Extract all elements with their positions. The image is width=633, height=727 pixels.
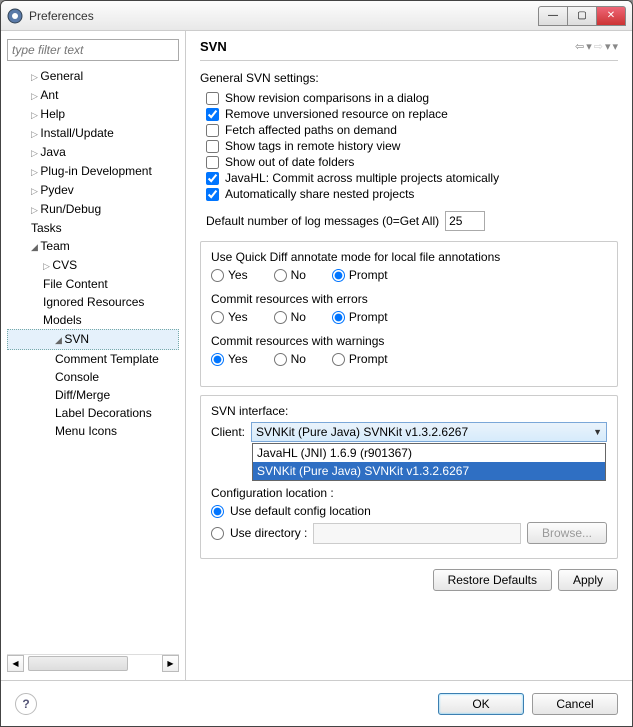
commit-err-no[interactable] — [274, 311, 287, 324]
commit-err-yes[interactable] — [211, 311, 224, 324]
quickdiff-yes[interactable] — [211, 269, 224, 282]
sidebar-scrollbar[interactable]: ◀ ▶ — [7, 654, 179, 672]
commit-err-prompt[interactable] — [332, 311, 345, 324]
chk-javahl-label: JavaHL: Commit across multiple projects … — [225, 171, 499, 185]
client-label: Client: — [211, 425, 245, 439]
tree-item-cvs[interactable]: CVS — [7, 256, 179, 275]
chk-outofdate-label: Show out of date folders — [225, 155, 354, 169]
chk-fetch-label: Fetch affected paths on demand — [225, 123, 397, 137]
dialog-footer: ? OK Cancel — [1, 680, 632, 726]
client-option-svnkit[interactable]: SVNKit (Pure Java) SVNKit v1.3.2.6267 — [253, 462, 605, 480]
tree-item-models[interactable]: Models — [7, 311, 179, 329]
cfg-default-label: Use default config location — [230, 504, 371, 518]
chk-autoshare[interactable] — [206, 188, 219, 201]
chk-javahl[interactable] — [206, 172, 219, 185]
cancel-button[interactable]: Cancel — [532, 693, 618, 715]
commit-warn-label: Commit resources with warnings — [211, 334, 607, 348]
preferences-tree[interactable]: General Ant Help Install/Update Java Plu… — [7, 67, 179, 654]
tree-item-rundebug[interactable]: Run/Debug — [7, 200, 179, 219]
scroll-right-icon[interactable]: ▶ — [162, 655, 179, 672]
commit-warn-yes[interactable] — [211, 353, 224, 366]
svn-interface-label: SVN interface: — [211, 404, 607, 418]
svn-interface-group: SVN interface: Client: SVNKit (Pure Java… — [200, 395, 618, 559]
chk-fetch[interactable] — [206, 124, 219, 137]
tree-item-general[interactable]: General — [7, 67, 179, 86]
view-menu-icon[interactable]: ▾ — [612, 40, 618, 53]
minimize-button[interactable]: — — [538, 6, 568, 26]
tree-item-pydev[interactable]: Pydev — [7, 181, 179, 200]
tree-item-install[interactable]: Install/Update — [7, 124, 179, 143]
config-loc-label: Configuration location : — [211, 486, 607, 500]
chk-revision-label: Show revision comparisons in a dialog — [225, 91, 429, 105]
tree-item-java[interactable]: Java — [7, 143, 179, 162]
general-settings-label: General SVN settings: — [200, 71, 618, 85]
restore-defaults-button[interactable]: Restore Defaults — [433, 569, 552, 591]
tree-item-diffmerge[interactable]: Diff/Merge — [7, 386, 179, 404]
window-title: Preferences — [29, 9, 539, 23]
apply-button[interactable]: Apply — [558, 569, 618, 591]
cfg-dir-radio[interactable] — [211, 527, 224, 540]
chk-tags[interactable] — [206, 140, 219, 153]
tree-item-console[interactable]: Console — [7, 368, 179, 386]
tree-item-menuicons[interactable]: Menu Icons — [7, 422, 179, 440]
chk-tags-label: Show tags in remote history view — [225, 139, 400, 153]
logmsg-input[interactable] — [445, 211, 485, 231]
chk-remove-label: Remove unversioned resource on replace — [225, 107, 448, 121]
radio-group-box: Use Quick Diff annotate mode for local f… — [200, 241, 618, 387]
filter-input[interactable] — [7, 39, 179, 61]
commit-err-label: Commit resources with errors — [211, 292, 607, 306]
chk-autoshare-label: Automatically share nested projects — [225, 187, 414, 201]
client-combo-value: SVNKit (Pure Java) SVNKit v1.3.2.6267 — [256, 425, 593, 439]
tree-item-help[interactable]: Help — [7, 105, 179, 124]
cfg-default-radio[interactable] — [211, 505, 224, 518]
tree-item-filecontent[interactable]: File Content — [7, 275, 179, 293]
preferences-window: Preferences — ▢ ✕ General Ant Help Insta… — [0, 0, 633, 727]
chk-remove[interactable] — [206, 108, 219, 121]
scroll-left-icon[interactable]: ◀ — [7, 655, 24, 672]
tree-item-labeldec[interactable]: Label Decorations — [7, 404, 179, 422]
chevron-down-icon: ▼ — [593, 427, 602, 437]
close-button[interactable]: ✕ — [596, 6, 626, 26]
client-option-javahl[interactable]: JavaHL (JNI) 1.6.9 (r901367) — [253, 444, 605, 462]
commit-warn-no[interactable] — [274, 353, 287, 366]
page-title: SVN — [200, 39, 575, 54]
ok-button[interactable]: OK — [438, 693, 524, 715]
quickdiff-prompt[interactable] — [332, 269, 345, 282]
tree-item-svn[interactable]: SVN — [7, 329, 179, 350]
forward-menu-icon[interactable]: ▾ — [605, 40, 611, 53]
client-dropdown: JavaHL (JNI) 1.6.9 (r901367) SVNKit (Pur… — [252, 443, 606, 481]
tree-item-ignored[interactable]: Ignored Resources — [7, 293, 179, 311]
tree-item-team[interactable]: Team — [7, 237, 179, 256]
back-menu-icon[interactable]: ▾ — [586, 40, 592, 53]
tree-item-plugin[interactable]: Plug-in Development — [7, 162, 179, 181]
maximize-button[interactable]: ▢ — [567, 6, 597, 26]
titlebar[interactable]: Preferences — ▢ ✕ — [1, 1, 632, 31]
tree-item-comment[interactable]: Comment Template — [7, 350, 179, 368]
cfg-dir-input[interactable] — [313, 523, 521, 544]
forward-icon[interactable]: ⇨ — [594, 40, 603, 53]
quickdiff-label: Use Quick Diff annotate mode for local f… — [211, 250, 607, 264]
client-combo[interactable]: SVNKit (Pure Java) SVNKit v1.3.2.6267 ▼ … — [251, 422, 607, 442]
back-icon[interactable]: ⇦ — [575, 40, 584, 53]
browse-button[interactable]: Browse... — [527, 522, 607, 544]
app-icon — [7, 8, 23, 24]
commit-warn-prompt[interactable] — [332, 353, 345, 366]
tree-item-ant[interactable]: Ant — [7, 86, 179, 105]
chk-revision[interactable] — [206, 92, 219, 105]
sidebar: General Ant Help Install/Update Java Plu… — [1, 31, 186, 680]
cfg-dir-label: Use directory : — [230, 526, 307, 540]
scroll-thumb[interactable] — [28, 656, 128, 671]
chk-outofdate[interactable] — [206, 156, 219, 169]
quickdiff-no[interactable] — [274, 269, 287, 282]
tree-item-tasks[interactable]: Tasks — [7, 219, 179, 237]
help-icon[interactable]: ? — [15, 693, 37, 715]
logmsg-label: Default number of log messages (0=Get Al… — [206, 214, 439, 228]
content-pane: SVN ⇦ ▾ ⇨ ▾ ▾ General SVN settings: Show… — [186, 31, 632, 680]
